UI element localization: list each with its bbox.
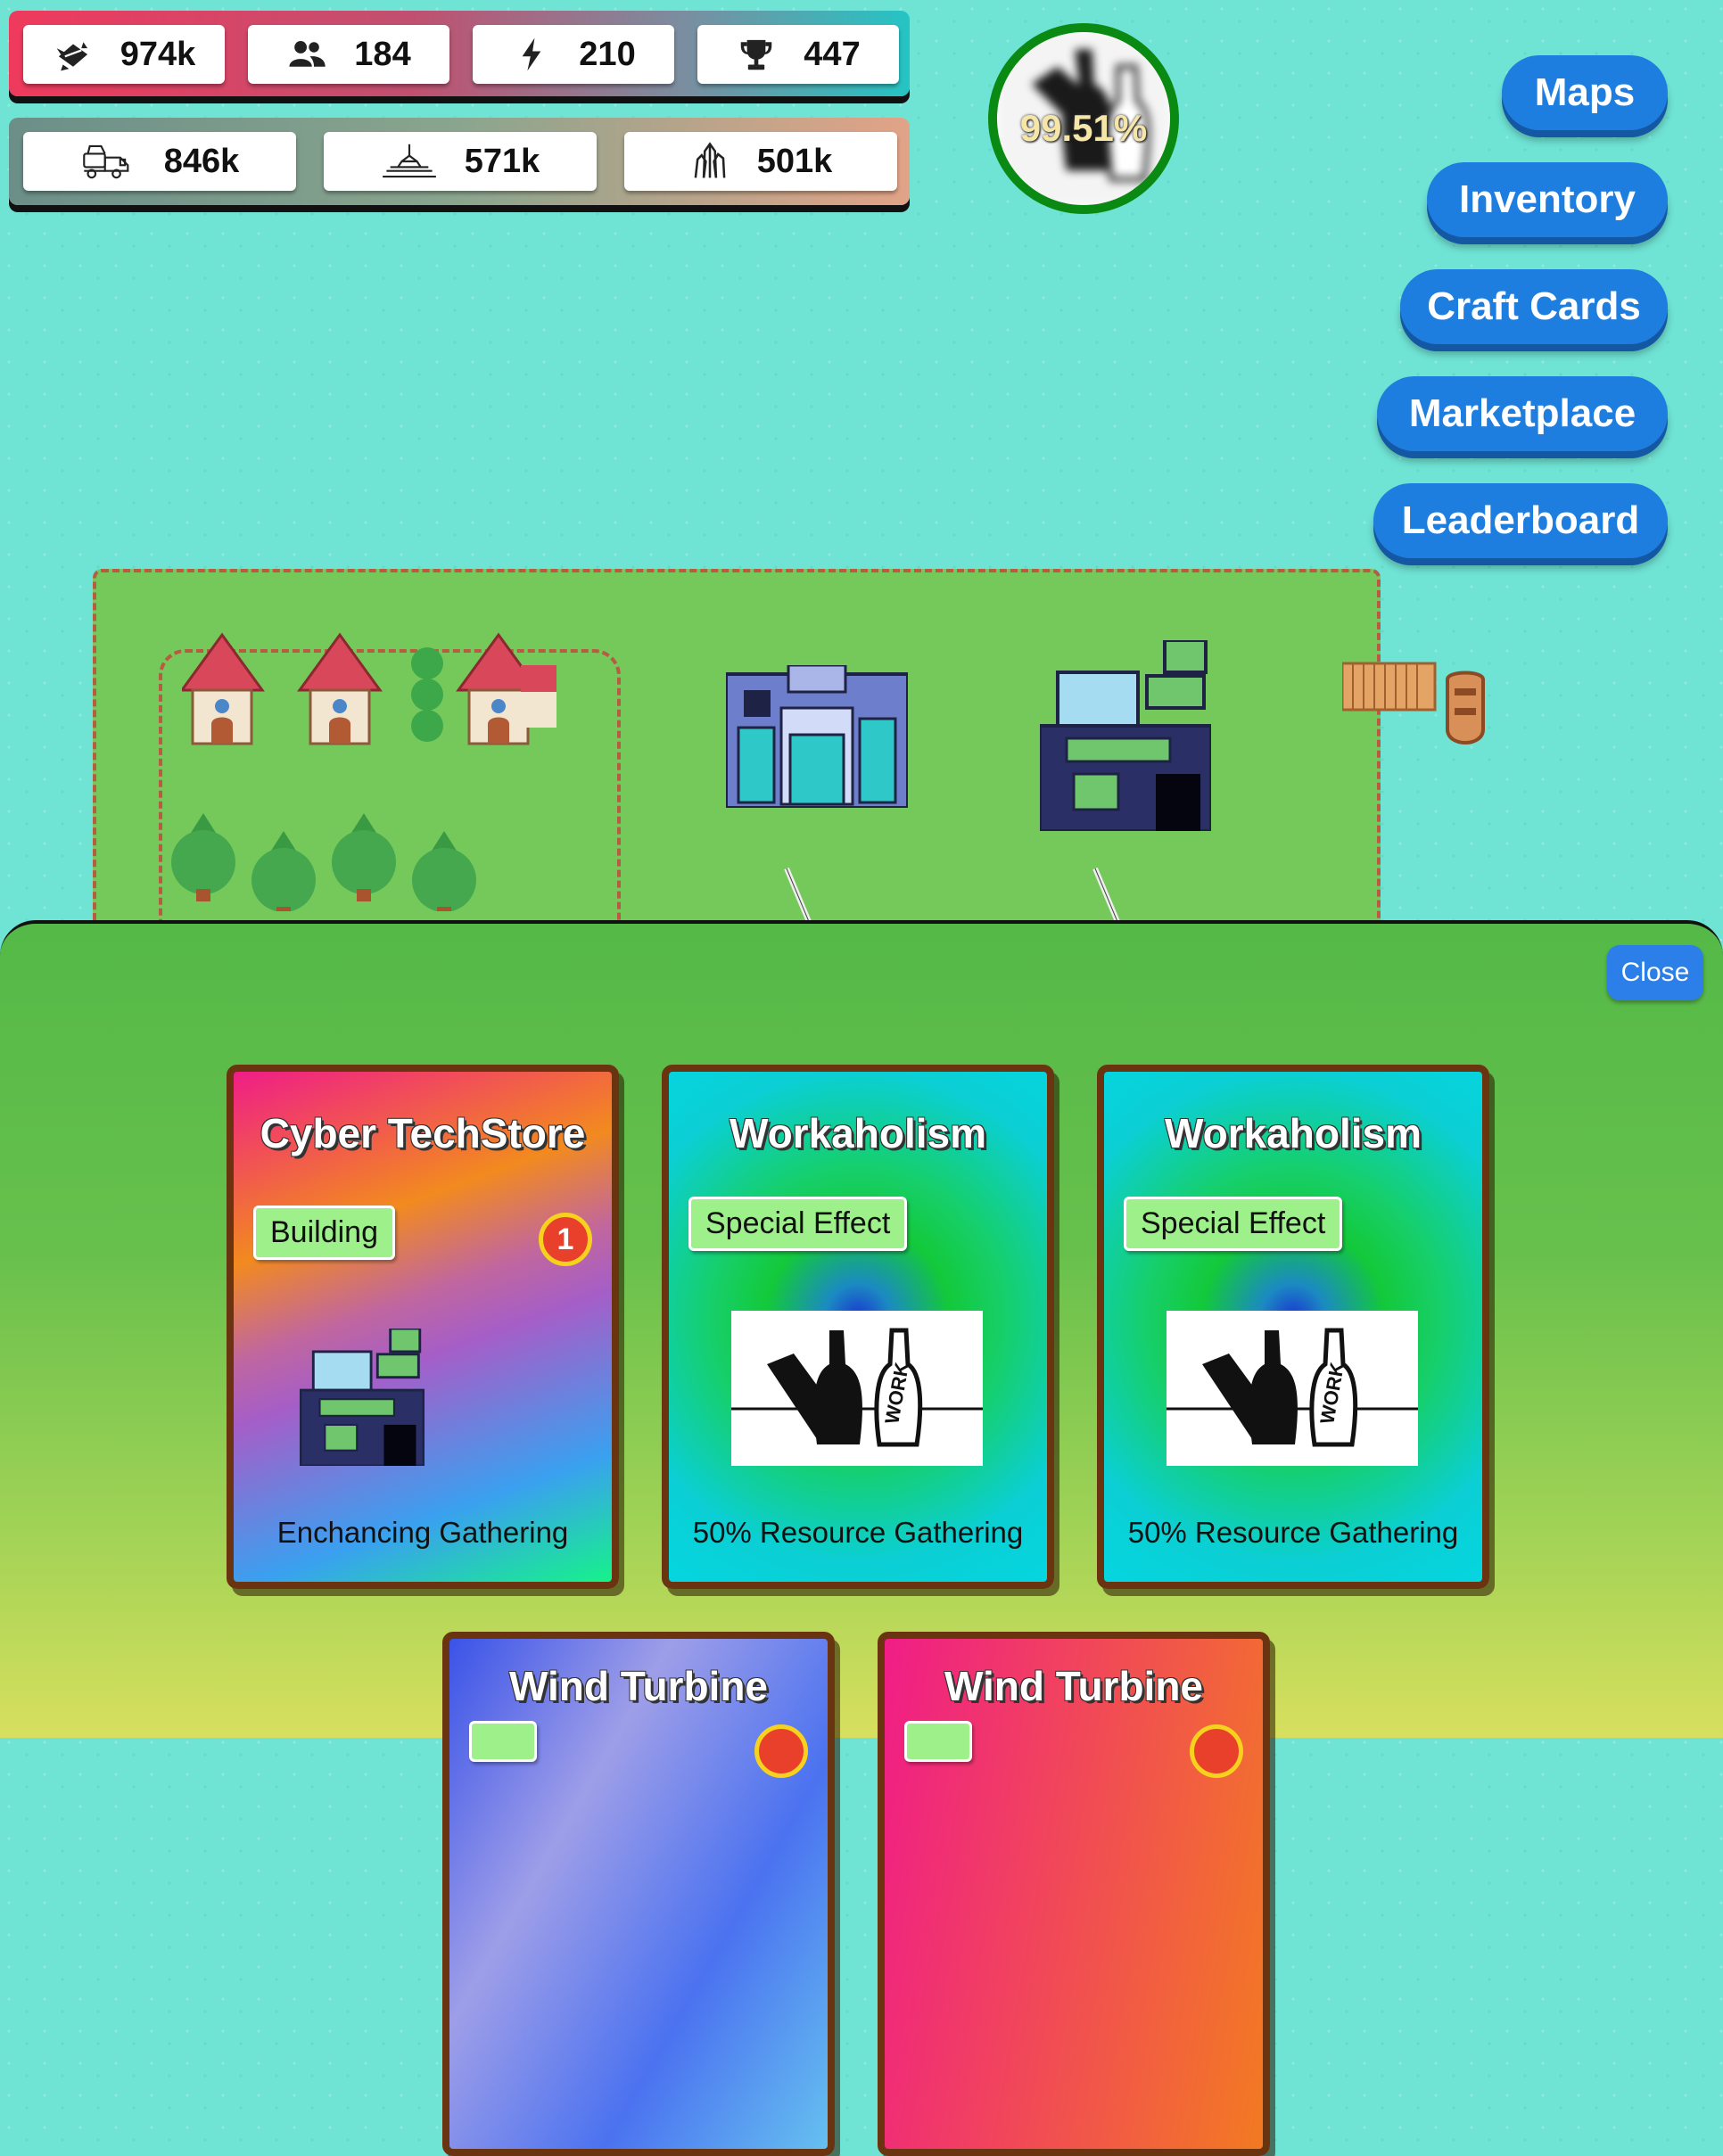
cyber-techstore-icon — [300, 1329, 425, 1466]
card-count-badge — [754, 1724, 808, 1778]
stat-trophies-value: 447 — [804, 35, 861, 73]
card-description: 50% Resource Gathering — [1127, 1516, 1459, 1549]
stat-crystal: 501k — [624, 132, 897, 191]
card-description: Enchancing Gathering — [276, 1516, 569, 1549]
stat-energy-value: 210 — [579, 35, 636, 73]
close-button[interactable]: Close — [1607, 945, 1703, 1000]
cyber-techstore-building-icon[interactable] — [1040, 640, 1211, 831]
crane-icon — [382, 144, 436, 178]
card-count-badge: 1 — [539, 1213, 592, 1266]
stat-steel: 571k — [324, 132, 597, 191]
card-wind-turbine[interactable]: Wind Turbine — [878, 1632, 1270, 2156]
stat-materials: 974k — [23, 25, 225, 84]
materials-icon — [56, 42, 87, 71]
cement-truck-icon — [82, 144, 129, 179]
card-title: Workaholism — [730, 1110, 986, 1156]
stat-cement: 846k — [23, 132, 296, 191]
leaderboard-button[interactable]: Leaderboard — [1373, 483, 1668, 558]
island-map[interactable] — [93, 569, 1381, 947]
card-type-tag: Special Effect — [1124, 1197, 1343, 1251]
card-title: Wind Turbine — [508, 1663, 768, 1709]
marketplace-button[interactable]: Marketplace — [1377, 376, 1668, 451]
stats-bar-primary: 974k 184 210 447 — [9, 11, 910, 96]
population-icon — [289, 41, 326, 67]
card-description: 50% Resource Gathering — [692, 1516, 1024, 1549]
stat-cement-value: 846k — [163, 142, 240, 180]
crystal-icon — [694, 142, 726, 178]
card-type-tag — [904, 1721, 972, 1762]
dock-icon[interactable] — [1342, 658, 1494, 756]
stat-trophies: 447 — [697, 25, 899, 84]
card-count-badge — [1190, 1724, 1243, 1778]
stat-crystal-value: 501k — [756, 142, 833, 180]
maps-button[interactable]: Maps — [1502, 55, 1668, 130]
stat-population: 184 — [248, 25, 449, 84]
card-title: Cyber TechStore — [260, 1110, 586, 1156]
energy-icon — [522, 37, 541, 71]
card-wind-turbine[interactable]: Wind Turbine — [442, 1632, 835, 2156]
card-workaholism[interactable]: Workaholism Special Effect WORK 50% Reso… — [662, 1065, 1054, 1589]
stat-steel-value: 571k — [464, 142, 540, 180]
progress-percent: 99.51% — [1019, 107, 1148, 149]
stats-bar-secondary: 846k 571k 501k — [9, 118, 910, 205]
cards-panel: Close Cyber TechStore Building 1 Enchanc… — [0, 920, 1723, 2156]
card-type-tag — [469, 1721, 537, 1762]
houses-icon[interactable] — [182, 628, 610, 770]
trophy-icon — [741, 39, 772, 70]
stat-materials-value: 974k — [120, 35, 196, 73]
trees-icon — [171, 813, 476, 911]
card-cyber-techstore[interactable]: Cyber TechStore Building 1 Enchancing Ga… — [227, 1065, 619, 1589]
card-title: Workaholism — [1165, 1110, 1422, 1156]
card-workaholism[interactable]: Workaholism Special Effect WORK 50% Reso… — [1097, 1065, 1489, 1589]
inventory-button[interactable]: Inventory — [1427, 162, 1668, 237]
stat-energy: 210 — [473, 25, 674, 84]
card-type-tag: Building — [253, 1206, 395, 1260]
card-title: Wind Turbine — [944, 1663, 1203, 1709]
work-bottles-icon: WORK — [1167, 1311, 1418, 1466]
progress-circle[interactable]: 99.51% — [988, 23, 1179, 214]
work-bottles-icon: WORK — [731, 1311, 983, 1466]
stat-population-value: 184 — [354, 35, 411, 73]
craft-cards-button[interactable]: Craft Cards — [1400, 269, 1668, 344]
card-type-tag: Special Effect — [688, 1197, 908, 1251]
tech-store-building-icon[interactable] — [726, 665, 908, 808]
